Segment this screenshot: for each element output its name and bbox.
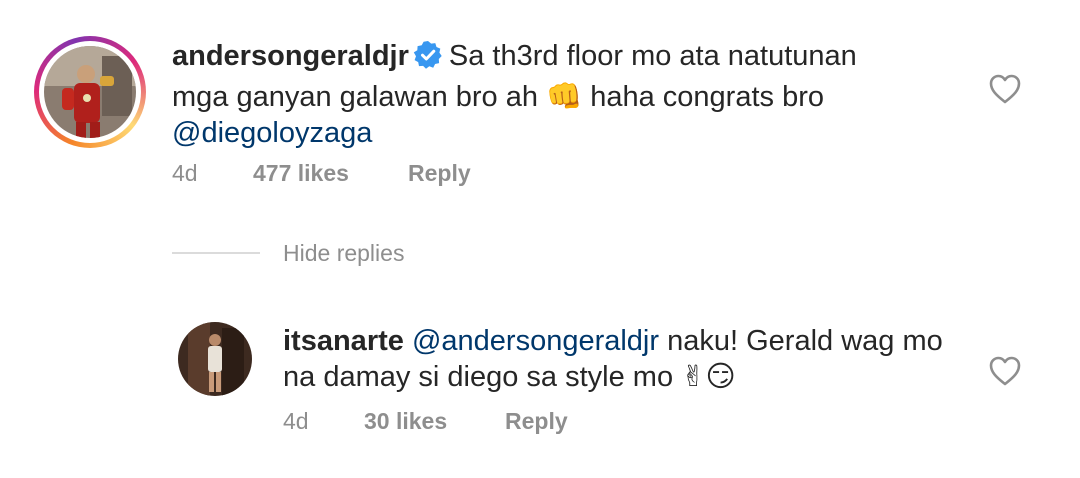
reply-text-line1: naku! Gerald wag mo xyxy=(667,325,943,357)
mention-link[interactable]: @diegoloyzaga xyxy=(172,117,372,149)
reply-likes[interactable]: 30 likes xyxy=(364,408,447,435)
verified-badge-icon xyxy=(413,40,443,79)
comment-body: andersongeraldjr Sa th3rd floor mo ata na… xyxy=(172,38,872,151)
like-button[interactable] xyxy=(988,73,1022,110)
reply-body: itsanarte @andersongeraldjr naku! Gerald… xyxy=(283,323,963,395)
comment-username[interactable]: andersongeraldjr xyxy=(172,40,409,72)
reply-text-line2: na damay si diego sa style mo xyxy=(283,361,674,393)
reply-time: 4d xyxy=(283,408,309,434)
comment-likes[interactable]: 477 likes xyxy=(253,160,349,187)
fist-emoji: 👊 xyxy=(546,81,583,113)
reply-username[interactable]: itsanarte xyxy=(283,325,404,357)
heart-icon xyxy=(989,356,1021,386)
avatar-andersongeraldjr[interactable] xyxy=(34,36,146,148)
reply-like-button[interactable] xyxy=(988,355,1022,392)
replies-divider xyxy=(172,252,260,254)
reply-reply-button[interactable]: Reply xyxy=(505,408,568,435)
reply-button[interactable]: Reply xyxy=(408,160,471,187)
avatar-image xyxy=(178,322,252,396)
hide-replies-button[interactable]: Hide replies xyxy=(283,240,404,267)
comment-text-line2-end: haha congrats bro xyxy=(590,81,824,113)
comment-time: 4d xyxy=(172,160,198,186)
comment-text-line1: Sa th3rd floor mo ata natutunan xyxy=(448,40,857,72)
reply-mention-link[interactable]: @andersongeraldjr xyxy=(412,325,659,357)
comment-text-line2: mga ganyan galawan bro ah xyxy=(172,81,538,113)
avatar-image xyxy=(44,46,136,138)
heart-icon xyxy=(989,74,1021,104)
avatar-itsanarte[interactable] xyxy=(178,322,252,396)
victory-smirk-emoji: ✌😏 xyxy=(681,361,736,393)
